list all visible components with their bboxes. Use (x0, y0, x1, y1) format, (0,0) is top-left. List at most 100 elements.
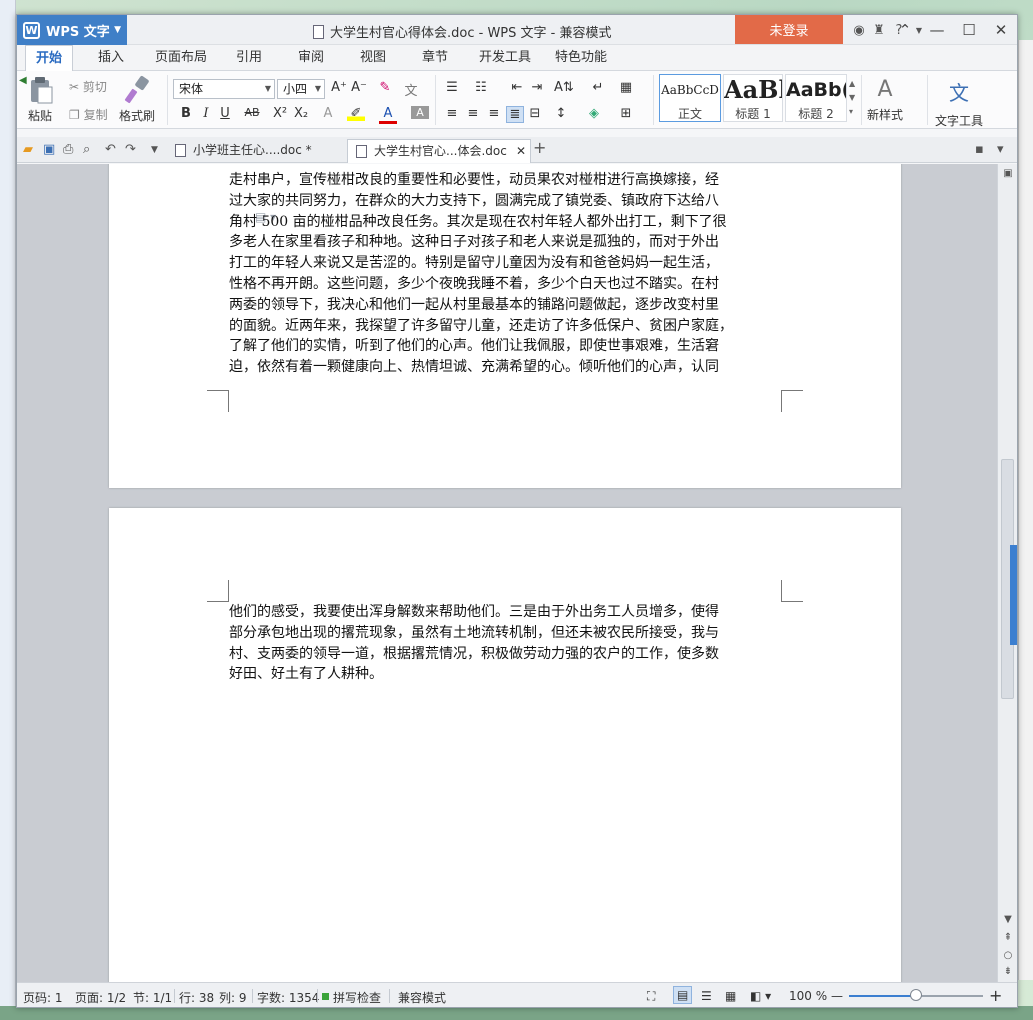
side-panel-toggle[interactable] (1010, 545, 1017, 645)
style-gallery-scroll-icon[interactable]: ▲ ▼ ▾ (849, 77, 855, 119)
status-section: 节: 1/1 (133, 991, 173, 1005)
close-tab-icon[interactable]: ✕ (516, 140, 526, 162)
format-painter-button[interactable]: 格式刷 (119, 75, 155, 124)
select-browse-object-icon[interactable]: ○ (998, 950, 1017, 961)
doc-tab-primary-school[interactable]: 小学班主任心....doc * (167, 139, 343, 163)
undo-icon[interactable]: ↶ (105, 142, 116, 157)
tab-review[interactable]: 审阅 (291, 45, 331, 71)
border-icon[interactable]: ⊞ (617, 106, 635, 121)
status-spell-check[interactable]: 拼写检查 (333, 989, 381, 1006)
paste-button[interactable]: 粘贴 (25, 75, 55, 124)
grow-font-button[interactable]: A⁺ (330, 80, 348, 95)
save-icon[interactable]: ▣ (43, 142, 55, 157)
quick-access-dropdown-icon[interactable]: ▼ (151, 145, 158, 155)
minimize-icon[interactable]: — (921, 15, 953, 45)
reading-view-icon[interactable]: ▦ (725, 989, 736, 1003)
next-page-icon[interactable]: ⇟ (998, 966, 1017, 977)
text-line: 多老人在家里看孩子和种地。这种日子对孩子和老人来说是孤独的，而对于外出 (229, 234, 719, 251)
style-normal[interactable]: AaBbCcD 正文 (659, 74, 721, 122)
font-size-select[interactable]: 小四 ▼ (277, 79, 325, 99)
italic-button[interactable]: I (197, 106, 215, 121)
char-shading-icon[interactable]: A (411, 106, 429, 119)
tab-chapter[interactable]: 章节 (415, 45, 455, 71)
tab-insert[interactable]: 插入 (91, 45, 131, 71)
align-center-icon[interactable]: ≡ (464, 106, 482, 121)
page-view-icon[interactable]: ▤ (673, 986, 693, 1004)
style-heading-2-sample: AaBb( (786, 79, 846, 101)
style-heading-2[interactable]: AaBb( 标题 2 (785, 74, 847, 122)
show-marks-icon[interactable]: ↵ (589, 80, 607, 95)
text-effect-icon[interactable]: A (319, 106, 337, 121)
open-icon[interactable]: ▰ (23, 142, 33, 157)
bold-button[interactable]: B (177, 106, 195, 121)
font-name-select[interactable]: 宋体 ▼ (173, 79, 275, 99)
doc-tab-village-official[interactable]: 大学生村官心...体会.doc ✕ (347, 139, 531, 163)
subscript-button[interactable]: X₂ (292, 106, 310, 121)
print-preview-icon[interactable]: ⌕ (83, 142, 90, 157)
tab-menu-icon[interactable]: ▾ (997, 142, 1004, 157)
status-page[interactable]: 页面: 1/2 (75, 989, 126, 1006)
align-left-icon[interactable]: ≡ (443, 106, 461, 121)
font-color-icon[interactable]: A (379, 106, 397, 124)
print-icon[interactable]: ⎙ (63, 142, 73, 157)
text-tools-button[interactable]: 文 文字工具 (935, 77, 983, 129)
scroll-down-icon[interactable]: ▼ (998, 914, 1017, 925)
highlight-icon[interactable]: ✐ (347, 106, 365, 121)
zoom-value[interactable]: 100 % (789, 989, 827, 1003)
new-style-icon: A (877, 77, 893, 102)
document-workspace[interactable]: ▤ ▾ 走村串户，宣传椪柑改良的重要性和必要性，动员果农对椪柑进行高换嫁接，经 … (17, 164, 997, 982)
underline-button[interactable]: U (216, 106, 234, 121)
justify-icon[interactable]: ≣ (506, 106, 524, 123)
table-grid-icon[interactable]: ▦ (617, 80, 635, 95)
title-bar: W WPS 文字 ▼ 大学生村官心得体会.doc - WPS 文字 - 兼容模式… (17, 15, 1017, 45)
zoom-in-icon[interactable]: + (989, 986, 1002, 1005)
tab-home[interactable]: 开始 (25, 45, 73, 71)
previous-page-icon[interactable]: ⇞ (998, 932, 1017, 943)
split-view-icon[interactable]: ▣ (998, 168, 1017, 179)
cut-button[interactable]: ✂ 剪切 (69, 78, 107, 95)
strikethrough-button[interactable]: AB (243, 106, 261, 119)
close-icon[interactable]: ✕ (985, 15, 1017, 45)
decrease-indent-icon[interactable]: ⇤ (508, 80, 526, 95)
new-style-button[interactable]: A 新样式 (867, 77, 903, 123)
fullscreen-icon[interactable]: ⛶ (647, 989, 655, 1004)
shading-fill-icon[interactable]: ◈ (585, 106, 603, 121)
pinyin-icon[interactable]: 文 (402, 80, 420, 99)
clear-format-icon[interactable]: ✎ (376, 80, 394, 95)
web-view-icon[interactable]: ◧ ▾ (750, 989, 771, 1003)
numbered-list-icon[interactable]: ☷ (472, 80, 490, 95)
collapse-ribbon-icon[interactable]: ⌃ (889, 15, 921, 45)
style-heading-1[interactable]: AaBl 标题 1 (723, 74, 783, 122)
page-2-text[interactable]: 他们的感受，我要使出浑身解数来帮助他们。三是由于外出务工人员增多，使得 部分承包… (229, 602, 781, 685)
tab-page-layout[interactable]: 页面布局 (151, 45, 211, 71)
tab-references[interactable]: 引用 (229, 45, 269, 71)
line-spacing-icon[interactable]: ↕ (552, 106, 570, 121)
page-1-text[interactable]: 走村串户，宣传椪柑改良的重要性和必要性，动员果农对椪柑进行高换嫁接，经 过大家的… (229, 170, 781, 378)
shirt-icon[interactable]: ♜ (869, 23, 889, 38)
app-menu-button[interactable]: W WPS 文字 ▼ (17, 15, 127, 45)
bullet-list-icon[interactable]: ☰ (443, 80, 461, 95)
style-heading-1-sample: AaBl (724, 75, 782, 104)
background-taskbar (0, 1006, 1033, 1020)
document-tabs-bar: ▰ ▣ ⎙ ⌕ ↶ ↷ ▼ 小学班主任心....doc * 大学生村官心...体… (17, 137, 1017, 163)
align-right-icon[interactable]: ≡ (485, 106, 503, 121)
chinese-layout-icon[interactable]: A⇅ (554, 80, 574, 95)
shrink-font-button[interactable]: A⁻ (350, 80, 368, 95)
distributed-icon[interactable]: ⊟ (526, 106, 544, 121)
superscript-button[interactable]: X² (271, 106, 289, 121)
zoom-out-icon[interactable]: — (831, 989, 843, 1003)
redo-icon[interactable]: ↷ (125, 142, 136, 157)
maximize-icon[interactable]: ☐ (953, 15, 985, 45)
increase-indent-icon[interactable]: ⇥ (528, 80, 546, 95)
status-word-count[interactable]: 字数: 1354 (257, 989, 319, 1006)
login-button[interactable]: 未登录 (735, 15, 843, 44)
tab-list-icon[interactable]: ▪ (975, 142, 984, 157)
copy-button[interactable]: ❐ 复制 (69, 106, 108, 123)
tab-developer[interactable]: 开发工具 (473, 45, 537, 71)
new-tab-icon[interactable]: + (533, 138, 546, 157)
tab-special-features[interactable]: 特色功能 (549, 45, 613, 71)
outline-view-icon[interactable]: ☰ (701, 989, 712, 1003)
tab-view[interactable]: 视图 (353, 45, 393, 71)
zoom-slider-handle[interactable] (910, 989, 922, 1001)
skin-icon[interactable]: ◉ (849, 23, 869, 38)
